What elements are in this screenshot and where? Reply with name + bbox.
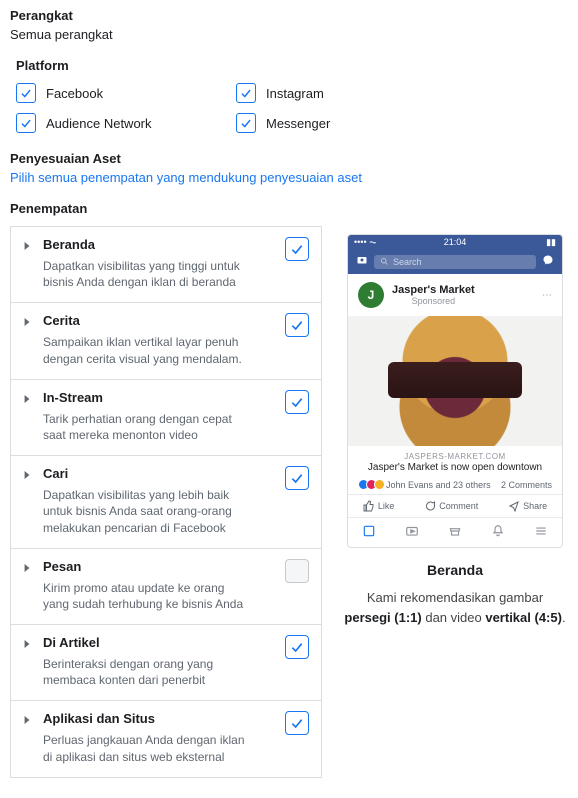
expand-caret-icon[interactable] — [23, 635, 33, 688]
post-actions: Like Comment Share — [348, 495, 562, 518]
menu-tab-icon — [534, 524, 548, 541]
asset-title: Penyesuaian Aset — [10, 151, 568, 166]
expand-caret-icon[interactable] — [23, 466, 33, 536]
asset-link[interactable]: Pilih semua penempatan yang mendukung pe… — [10, 170, 362, 185]
sponsored-label: Sponsored — [392, 296, 475, 306]
platform-option[interactable]: Messenger — [236, 113, 456, 133]
placement-row[interactable]: Cari Dapatkan visibilitas yang lebih baik… — [11, 456, 321, 549]
page-name: Jasper's Market — [392, 284, 475, 296]
preview-column: •••• ⏦ 21:04 ▮▮ Search J Jasper' — [342, 226, 568, 627]
placement-checkbox[interactable] — [285, 390, 309, 414]
preview-recommendation: Kami rekomendasikan gambar persegi (1:1)… — [342, 588, 568, 627]
notifications-tab-icon — [491, 524, 505, 541]
placement-row[interactable]: Aplikasi dan Situs Perluas jangkauan Anda… — [11, 701, 321, 776]
platform-option[interactable]: Facebook — [16, 83, 236, 103]
placement-checkbox[interactable] — [285, 559, 309, 583]
expand-caret-icon[interactable] — [23, 559, 33, 612]
placement-title: In-Stream — [43, 390, 275, 405]
device-section: Perangkat Semua perangkat — [10, 8, 568, 42]
asset-section: Penyesuaian Aset Pilih semua penempatan … — [10, 151, 568, 185]
expand-caret-icon[interactable] — [23, 711, 33, 764]
checkbox[interactable] — [16, 113, 36, 133]
platform-option[interactable]: Audience Network — [16, 113, 236, 133]
messenger-icon — [542, 254, 554, 269]
platform-label: Messenger — [266, 116, 330, 131]
expand-caret-icon[interactable] — [23, 390, 33, 443]
placement-checkbox[interactable] — [285, 635, 309, 659]
platform-label: Facebook — [46, 86, 103, 101]
device-value: Semua perangkat — [10, 27, 568, 42]
checkbox[interactable] — [16, 83, 36, 103]
platform-label: Instagram — [266, 86, 324, 101]
post-image — [348, 316, 562, 446]
placement-row[interactable]: Pesan Kirim promo atau update ke orang ya… — [11, 549, 321, 625]
device-title: Perangkat — [10, 8, 568, 23]
post-reactions: John Evans and 23 others 2 Comments — [348, 475, 562, 495]
placement-title: Aplikasi dan Situs — [43, 711, 275, 726]
checkbox[interactable] — [236, 113, 256, 133]
placement-checkbox[interactable] — [285, 466, 309, 490]
placements-list: Beranda Dapatkan visibilitas yang tinggi … — [10, 226, 322, 778]
share-action: Share — [508, 500, 547, 512]
placement-title: Cari — [43, 466, 275, 481]
platform-title: Platform — [16, 58, 568, 73]
phone-tabbar — [348, 518, 562, 547]
placement-row[interactable]: Cerita Sampaikan iklan vertikal layar pen… — [11, 303, 321, 379]
placement-checkbox[interactable] — [285, 711, 309, 735]
placement-row[interactable]: Beranda Dapatkan visibilitas yang tinggi … — [11, 227, 321, 303]
placement-title: Di Artikel — [43, 635, 275, 650]
marketplace-tab-icon — [448, 524, 462, 541]
wow-reaction-icon — [374, 479, 385, 490]
like-action: Like — [363, 500, 395, 512]
placement-row[interactable]: In-Stream Tarik perhatian orang dengan ce… — [11, 380, 321, 456]
watch-tab-icon — [405, 524, 419, 541]
placement-desc: Perluas jangkauan Anda dengan iklan di a… — [43, 732, 253, 764]
placement-desc: Berinteraksi dengan orang yang membaca k… — [43, 656, 253, 688]
phone-statusbar: •••• ⏦ 21:04 ▮▮ — [348, 235, 562, 249]
placement-desc: Dapatkan visibilitas yang tinggi untuk b… — [43, 258, 253, 290]
platform-label: Audience Network — [46, 116, 152, 131]
feed-tab-icon — [362, 524, 376, 541]
placement-title: Beranda — [43, 237, 275, 252]
placement-row[interactable]: Di Artikel Berinteraksi dengan orang yang… — [11, 625, 321, 701]
search-bar: Search — [374, 255, 536, 269]
post-header: J Jasper's Market Sponsored ⋯ — [348, 274, 562, 316]
placement-title: Cerita — [43, 313, 275, 328]
phone-topbar: Search — [348, 249, 562, 274]
camera-icon — [356, 254, 368, 269]
post-menu-icon: ⋯ — [542, 290, 552, 301]
placement-desc: Sampaikan iklan vertikal layar penuh den… — [43, 334, 253, 366]
post-caption: JASPERS-MARKET.COM Jasper's Market is no… — [348, 446, 562, 475]
expand-caret-icon[interactable] — [23, 237, 33, 290]
page-avatar: J — [358, 282, 384, 308]
platform-option[interactable]: Instagram — [236, 83, 456, 103]
phone-preview: •••• ⏦ 21:04 ▮▮ Search J Jasper' — [347, 234, 563, 548]
placement-checkbox[interactable] — [285, 237, 309, 261]
placement-desc: Tarik perhatian orang dengan cepat saat … — [43, 411, 253, 443]
comment-action: Comment — [424, 500, 478, 512]
placement-desc: Kirim promo atau update ke orang yang su… — [43, 580, 253, 612]
placement-title: Pesan — [43, 559, 275, 574]
expand-caret-icon[interactable] — [23, 313, 33, 366]
platform-section: Platform Facebook Instagram Audience Netwo… — [16, 58, 568, 133]
placement-desc: Dapatkan visibilitas yang lebih baik unt… — [43, 487, 253, 536]
placements-title: Penempatan — [10, 201, 568, 216]
preview-title: Beranda — [342, 562, 568, 578]
checkbox[interactable] — [236, 83, 256, 103]
placement-checkbox[interactable] — [285, 313, 309, 337]
